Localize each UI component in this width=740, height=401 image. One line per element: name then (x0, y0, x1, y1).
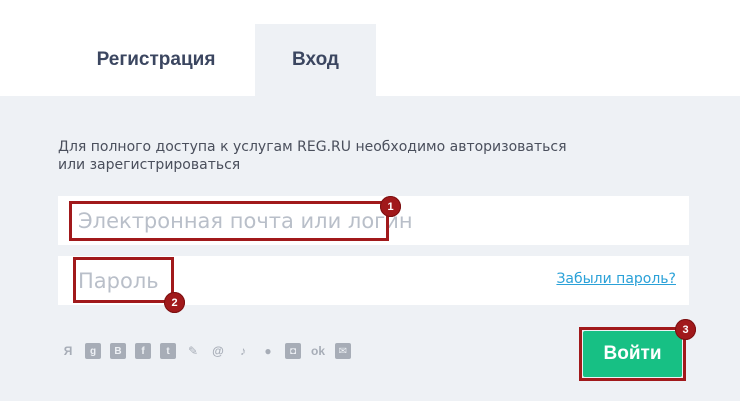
facebook-icon[interactable]: f (135, 343, 151, 359)
highlight-box-email (69, 201, 389, 241)
auth-tabs: Регистрация Вход (0, 0, 740, 96)
tab-login[interactable]: Вход (255, 24, 376, 96)
highlight-box-password (73, 257, 174, 303)
intro-text: Для полного доступа к услугам REG.RU нео… (58, 139, 567, 173)
tiktok-icon[interactable]: ♪ (235, 343, 251, 359)
vk-icon[interactable]: В (110, 343, 126, 359)
odnoklassniki-icon[interactable]: ok (310, 343, 326, 359)
mail-ru-icon[interactable]: @ (210, 343, 226, 359)
forgot-password-link[interactable]: Забыли пароль? (556, 271, 676, 287)
twitter-icon[interactable]: t (160, 343, 176, 359)
github-icon[interactable]: ● (260, 343, 276, 359)
google-icon[interactable]: g (85, 343, 101, 359)
step-badge-3: 3 (675, 319, 696, 340)
yandex-icon[interactable]: Я (60, 343, 76, 359)
gosuslugi-icon[interactable]: ✉ (335, 343, 351, 359)
highlight-box-login-button (579, 327, 686, 381)
tab-register[interactable]: Регистрация (64, 24, 248, 96)
livejournal-icon[interactable]: ✎ (185, 343, 201, 359)
step-badge-2: 2 (164, 292, 185, 313)
instagram-icon[interactable]: ◘ (285, 343, 301, 359)
step-badge-1: 1 (380, 196, 401, 217)
social-login-icons: Я g В f t ✎ @ ♪ ● ◘ ok ✉ (60, 342, 351, 360)
